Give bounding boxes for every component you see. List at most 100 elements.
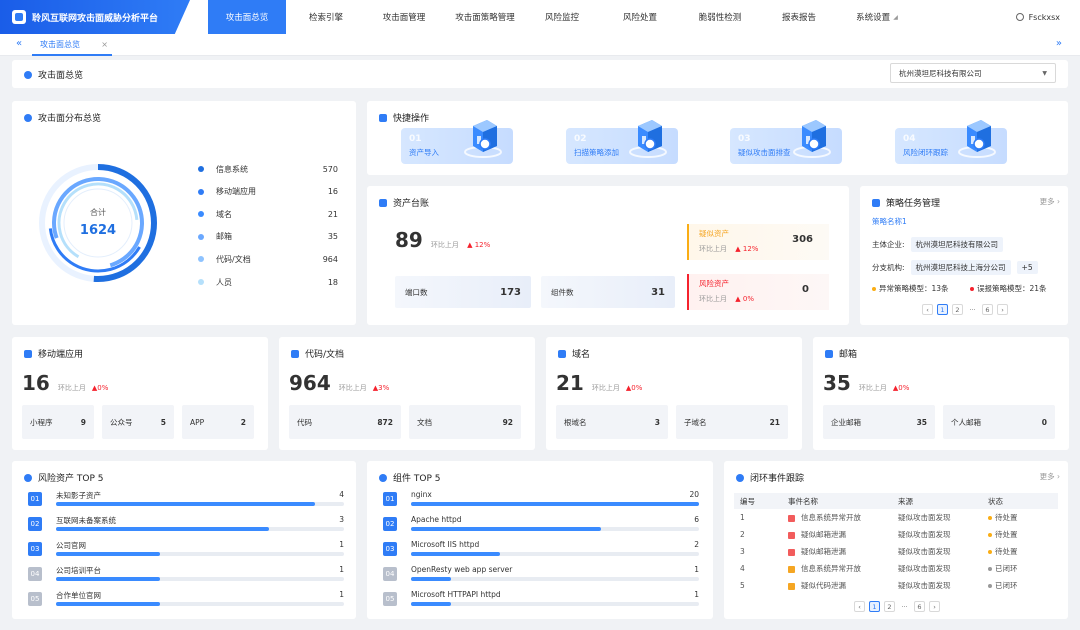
table-row[interactable]: 2 疑似邮箱泄漏 疑似攻击面发现 待处置 (734, 526, 1058, 543)
status-dot (988, 567, 992, 571)
org-select[interactable]: 杭州漠坦尼科技有限公司 ▼ (890, 63, 1056, 83)
globe-icon (558, 349, 566, 358)
branch-more-tag[interactable]: +5 (1016, 261, 1038, 274)
page-button[interactable]: 1 (869, 601, 880, 612)
list-item[interactable]: 01 nginx 20 (383, 490, 699, 512)
nav-item-risk-handling[interactable]: 风险处置 (606, 0, 674, 34)
subcard-total-wrap: 21 环比上月 ▲0% (556, 371, 642, 395)
close-icon[interactable]: × (101, 40, 108, 49)
policy-name[interactable]: 策略名称1 (872, 216, 907, 227)
quick-op-label: 疑似攻击面排查 (738, 148, 791, 157)
branch-row: 分支机构: 杭州漠坦尼科技上海分公司 +5 (872, 260, 1038, 275)
nav-item-policy-management[interactable]: 攻击面策略管理 (446, 0, 524, 34)
page-button[interactable]: 6 (914, 601, 925, 612)
item-name: Microsoft IIS httpd (411, 540, 480, 549)
subcard-stat-box[interactable]: 子域名 21 (676, 405, 788, 439)
expand-right-icon[interactable]: » (1056, 38, 1062, 49)
list-item[interactable]: 02 互联网未备案系统 3 (28, 515, 344, 537)
page-ellipsis: ··· (969, 305, 976, 314)
user-menu[interactable]: Fsckxsx (1015, 0, 1060, 34)
policy-more-link[interactable]: 更多 › (1040, 196, 1060, 207)
collapse-left-icon[interactable]: « (16, 38, 22, 49)
legend-dot (198, 211, 204, 218)
subcard-stat-box[interactable]: 文档 92 (409, 405, 521, 439)
table-header-cell: 来源 (892, 493, 982, 509)
stat-label: 根域名 (564, 417, 587, 427)
quick-ops-title-wrap: 快捷操作 (379, 111, 429, 124)
legend-label: 人员 (216, 277, 232, 287)
status-badge: 已闭环 (995, 581, 1018, 590)
pin-icon (379, 473, 387, 482)
port-count-box[interactable]: 端口数 173 (395, 276, 531, 308)
event-name: 信息系统异常开放 (801, 564, 861, 573)
event-no: 5 (740, 581, 745, 590)
list-item[interactable]: 04 OpenResty web app server 1 (383, 565, 699, 587)
table-row[interactable]: 1 信息系统异常开放 疑似攻击面发现 待处置 (734, 509, 1058, 526)
list-item[interactable]: 02 Apache httpd 6 (383, 515, 699, 537)
legend-item: 域名 21 (198, 208, 338, 220)
nav-item-risk-monitor[interactable]: 风险监控 (528, 0, 596, 34)
quick-op-button[interactable]: 01 资产导入 (401, 120, 513, 164)
next-page-button[interactable]: › (929, 601, 940, 612)
status-badge: 待处置 (995, 547, 1018, 556)
closed-loop-more-link[interactable]: 更多 › (1040, 471, 1060, 482)
list-item[interactable]: 03 公司官网 1 (28, 540, 344, 562)
subcard-stat-box[interactable]: 公众号 5 (102, 405, 174, 439)
subcard-stat-box[interactable]: APP 2 (182, 405, 254, 439)
legend-label: 邮箱 (216, 232, 232, 242)
nav-item-vuln-detect[interactable]: 脆弱性检测 (684, 0, 756, 34)
event-source: 疑似攻击面发现 (898, 513, 951, 522)
subcard-stat-box[interactable]: 根域名 3 (556, 405, 668, 439)
alert-icon (788, 531, 795, 539)
page-button[interactable]: 2 (884, 601, 895, 612)
legend-label: 域名 (216, 209, 232, 219)
stat-label: 企业邮箱 (831, 417, 861, 427)
suspect-asset-box[interactable]: 疑似资产 环比上月 ▲ 12% 306 (687, 224, 829, 260)
page-button[interactable]: 2 (952, 304, 963, 315)
list-item[interactable]: 04 公司培训平台 1 (28, 565, 344, 587)
subcard-title: 代码/文档 (305, 350, 345, 360)
legend-dot (198, 188, 204, 195)
list-item[interactable]: 05 合作单位官网 1 (28, 590, 344, 612)
quick-op-button[interactable]: 04 风险闭环跟踪 (895, 120, 1007, 164)
list-item[interactable]: 05 Microsoft HTTPAPI httpd 1 (383, 590, 699, 612)
nav-item-surface-management[interactable]: 攻击面管理 (367, 0, 441, 34)
page-button[interactable]: 1 (937, 304, 948, 315)
component-count-box[interactable]: 组件数 31 (541, 276, 675, 308)
subcard-delta-wrap: 环比上月 ▲0% (859, 383, 910, 393)
alert-icon (788, 582, 795, 590)
tab-overview[interactable]: 攻击面总览 × (32, 34, 112, 56)
table-row[interactable]: 3 疑似邮箱泄漏 疑似攻击面发现 待处置 (734, 543, 1058, 560)
table-row[interactable]: 5 疑似代码泄漏 疑似攻击面发现 已闭环 (734, 577, 1058, 594)
list-item[interactable]: 03 Microsoft IIS httpd 2 (383, 540, 699, 562)
page-button[interactable]: 6 (982, 304, 993, 315)
event-status-cell: 待处置 (982, 509, 1058, 526)
subcard-stat-box[interactable]: 小程序 9 (22, 405, 94, 439)
nav-item-settings[interactable]: 系统设置 ◢ (842, 0, 912, 34)
prev-page-button[interactable]: ‹ (922, 304, 933, 315)
prev-page-button[interactable]: ‹ (854, 601, 865, 612)
rank-badge: 01 (383, 492, 397, 506)
progress-fill (56, 577, 160, 581)
risk-asset-box[interactable]: 风险资产 环比上月 ▲ 0% 0 (687, 274, 829, 310)
subcard-stat-box[interactable]: 个人邮箱 0 (943, 405, 1055, 439)
nav-item-overview[interactable]: 攻击面总览 (208, 0, 286, 34)
nav-item-search-engine[interactable]: 检索引擎 (290, 0, 362, 34)
event-status-cell: 已闭环 (982, 577, 1058, 594)
status-dot (970, 287, 974, 291)
next-page-button[interactable]: › (997, 304, 1008, 315)
subcard-stat-box[interactable]: 代码 872 (289, 405, 401, 439)
quick-op-button[interactable]: 03 疑似攻击面排查 (730, 120, 842, 164)
tracking-icon (736, 473, 744, 482)
progress-fill (56, 552, 160, 556)
branch-tag: 杭州漠坦尼科技上海分公司 (910, 260, 1011, 275)
table-row[interactable]: 4 信息系统异常开放 疑似攻击面发现 已闭环 (734, 560, 1058, 577)
event-no: 4 (740, 564, 745, 573)
quick-op-num: 03 (738, 134, 751, 144)
quick-op-button[interactable]: 02 扫描策略添加 (566, 120, 678, 164)
distribution-title-wrap: 攻击面分布总览 (24, 111, 101, 124)
subcard-stat-box[interactable]: 企业邮箱 35 (823, 405, 935, 439)
list-item[interactable]: 01 未知影子资产 4 (28, 490, 344, 512)
nav-item-reports[interactable]: 报表报告 (766, 0, 832, 34)
quick-op-label: 资产导入 (409, 148, 439, 157)
